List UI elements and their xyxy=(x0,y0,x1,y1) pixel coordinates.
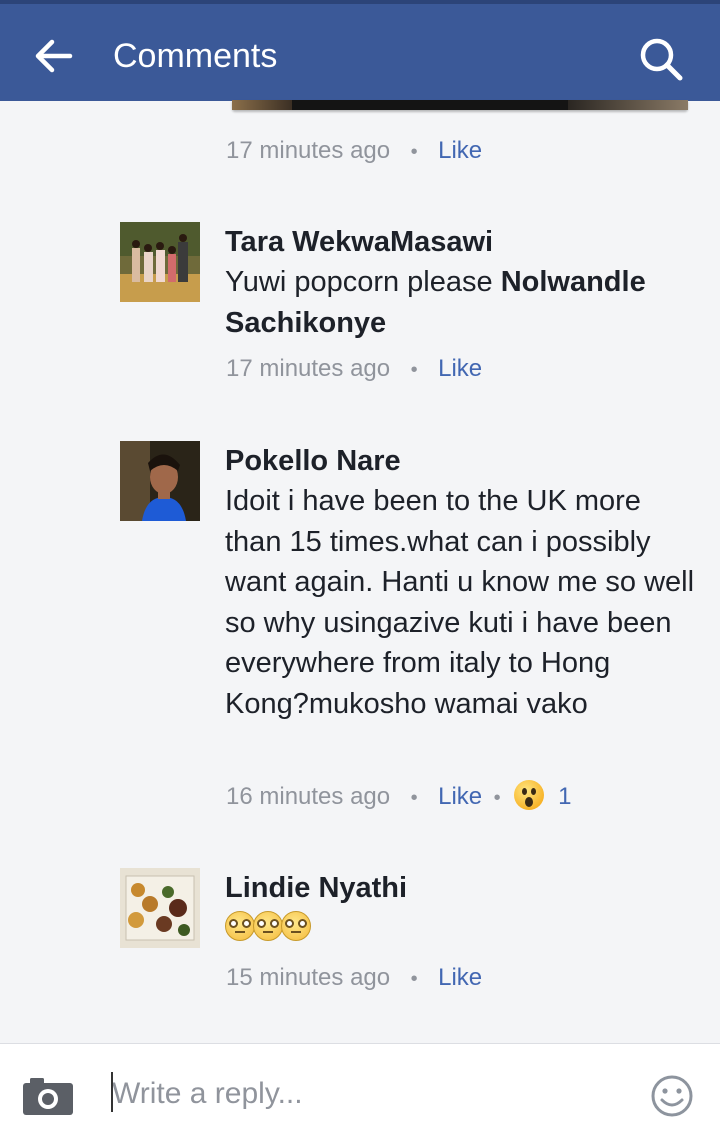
like-button[interactable]: Like xyxy=(438,137,482,164)
comment-meta-row: 16 minutes ago • Like • 1 xyxy=(226,779,572,815)
comment-author[interactable]: Pokello Nare xyxy=(225,441,695,481)
separator-dot: • xyxy=(410,968,418,990)
comment-author[interactable]: Tara WekwaMasawi xyxy=(225,222,695,262)
comment-body: Pokello Nare Idoit i have been to the UK… xyxy=(225,441,695,724)
back-button[interactable] xyxy=(26,34,82,80)
timestamp[interactable]: 17 minutes ago xyxy=(226,355,390,382)
arrow-left-icon xyxy=(35,39,73,73)
like-button[interactable]: Like xyxy=(438,964,482,991)
flushed-face-icon xyxy=(253,911,283,941)
comment-text: Yuwi popcorn please Nolwandle Sachikonye xyxy=(225,262,695,343)
emoji-button[interactable] xyxy=(650,1074,694,1118)
timestamp[interactable]: 17 minutes ago xyxy=(226,137,390,164)
comment-meta-row: 15 minutes ago • Like xyxy=(226,960,482,996)
wow-reaction-icon[interactable] xyxy=(514,780,545,810)
page-title: Comments xyxy=(113,37,278,75)
separator-dot: • xyxy=(493,787,501,809)
flushed-face-icon xyxy=(225,911,255,941)
comment-text: Idoit i have been to the UK more than 15… xyxy=(225,485,695,720)
avatar-photo xyxy=(120,222,200,302)
app-header: Comments xyxy=(0,0,720,101)
reply-composer xyxy=(0,1044,720,1141)
smiley-icon xyxy=(651,1075,693,1117)
comment-text-part: Yuwi popcorn please xyxy=(225,266,501,298)
avatar-photo xyxy=(120,441,200,521)
timestamp[interactable]: 16 minutes ago xyxy=(226,783,390,810)
camera-button[interactable] xyxy=(22,1076,74,1116)
comment-body: Lindie Nyathi xyxy=(225,868,695,952)
avatar[interactable] xyxy=(120,868,200,948)
reply-input[interactable] xyxy=(108,1070,632,1118)
comment-meta-row: 17 minutes ago • Like xyxy=(226,351,482,387)
search-icon xyxy=(640,38,683,81)
separator-dot: • xyxy=(410,359,418,381)
avatar[interactable] xyxy=(120,222,200,302)
separator-dot: • xyxy=(410,787,418,809)
comment-author[interactable]: Lindie Nyathi xyxy=(225,868,695,908)
emoji-row xyxy=(225,908,695,952)
avatar-photo xyxy=(120,868,200,948)
separator-dot: • xyxy=(410,141,418,163)
like-button[interactable]: Like xyxy=(438,783,482,810)
reaction-count[interactable]: 1 xyxy=(558,783,571,810)
camera-icon xyxy=(23,1078,73,1115)
timestamp[interactable]: 15 minutes ago xyxy=(226,964,390,991)
comment-body: Tara WekwaMasawi Yuwi popcorn please Nol… xyxy=(225,222,695,343)
like-button[interactable]: Like xyxy=(438,355,482,382)
comment-meta-row: 17 minutes ago • Like xyxy=(226,133,482,169)
post-image-edge[interactable] xyxy=(232,100,688,110)
avatar[interactable] xyxy=(120,441,200,521)
text-cursor xyxy=(111,1072,113,1112)
flushed-face-icon xyxy=(281,911,311,941)
search-button[interactable] xyxy=(632,30,692,86)
